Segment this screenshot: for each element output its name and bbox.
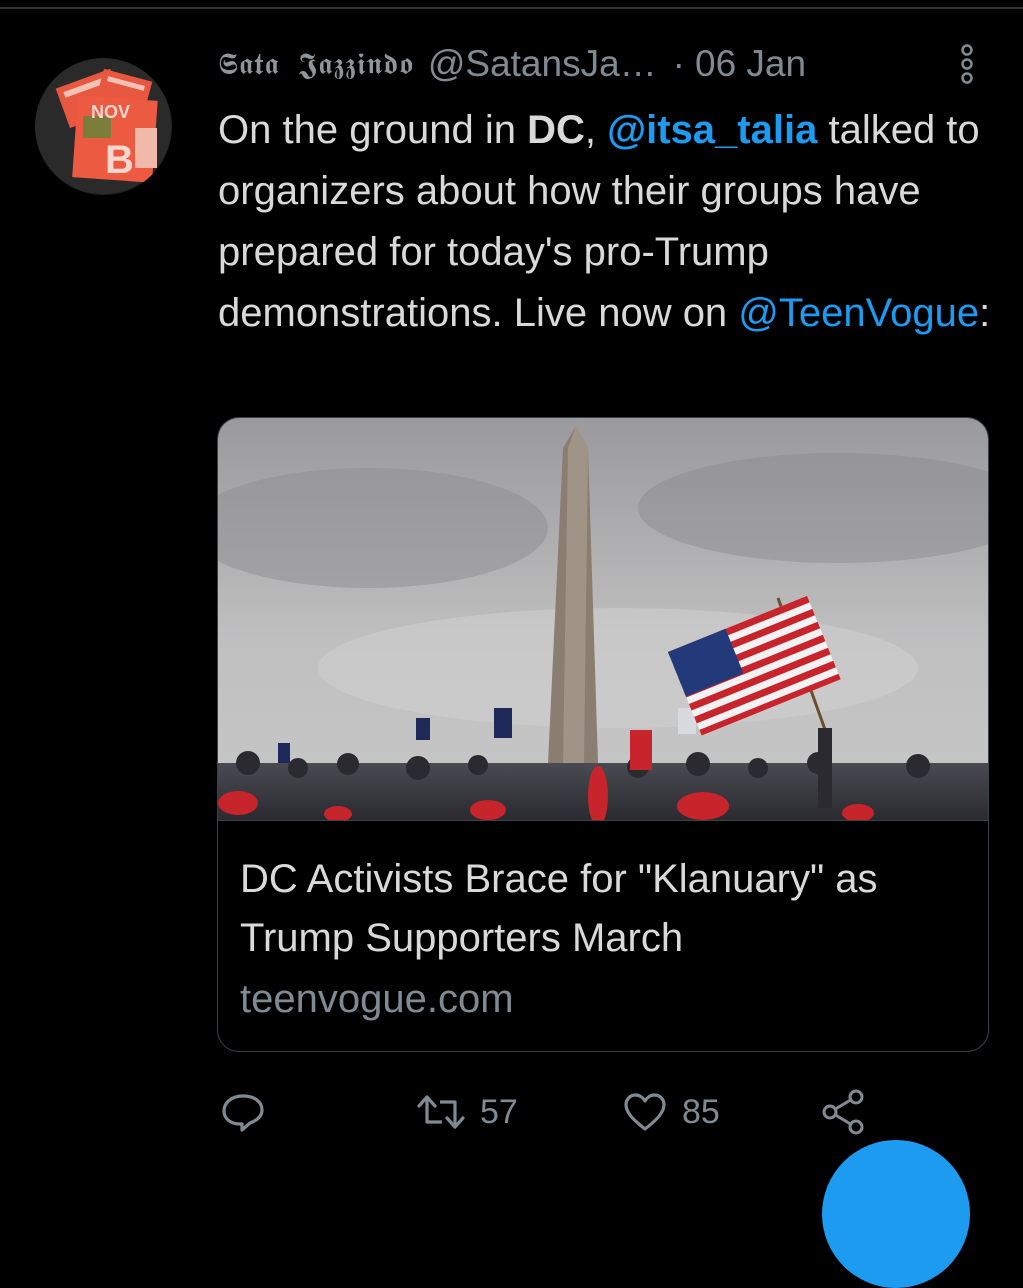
- heart-icon: [624, 1093, 666, 1131]
- link-card[interactable]: DC Activists Brace for "Klanuary" as Tru…: [217, 417, 989, 1052]
- mention-link[interactable]: @itsa_talia: [607, 108, 817, 152]
- retweet-count: 57: [480, 1092, 518, 1131]
- timestamp[interactable]: 06 Jan: [695, 43, 806, 85]
- tweet-text-part: :: [979, 291, 991, 335]
- share-icon: [822, 1089, 864, 1135]
- mention-link[interactable]: @TeenVogue: [738, 291, 979, 335]
- reply-button[interactable]: [220, 1085, 266, 1139]
- card-image: [218, 418, 988, 820]
- avatar[interactable]: NOV B: [35, 58, 172, 195]
- svg-text:NOV: NOV: [91, 102, 130, 122]
- retweet-button[interactable]: 57: [416, 1085, 518, 1139]
- reply-icon: [222, 1094, 264, 1132]
- card-divider: [218, 820, 988, 821]
- tweet-text-bold: DC: [527, 108, 585, 152]
- retweet-icon: [417, 1095, 465, 1129]
- like-button[interactable]: 85: [622, 1085, 720, 1139]
- compose-tweet-button[interactable]: [822, 1140, 970, 1288]
- tweet-actions: 57 85: [0, 1085, 1023, 1139]
- separator: ·: [672, 43, 685, 84]
- share-button[interactable]: [820, 1085, 868, 1139]
- tweet-text-part: On the ground in: [218, 108, 528, 152]
- tweet-text: On the ground in DC, @itsa_talia talked …: [218, 100, 998, 344]
- like-count: 85: [682, 1092, 720, 1131]
- top-divider: [0, 7, 1023, 9]
- avatar-image: NOV B: [35, 58, 171, 194]
- card-domain: teenvogue.com: [240, 977, 514, 1021]
- svg-text:B: B: [105, 138, 134, 182]
- card-title: DC Activists Brace for "Klanuary" as Tru…: [240, 857, 878, 960]
- more-options-icon[interactable]: [952, 42, 982, 86]
- display-name[interactable]: 𝕾𝖆𝖙𝖆 𝕵𝖆𝖟𝖟𝖎𝖓𝖉𝖔: [218, 47, 414, 82]
- tweet-text-part: ,: [584, 108, 608, 152]
- handle[interactable]: @SatansJa…: [428, 43, 657, 85]
- tweet-header: 𝕾𝖆𝖙𝖆 𝕵𝖆𝖟𝖟𝖎𝖓𝖉𝖔 @SatansJa… · 06 Jan: [218, 42, 806, 86]
